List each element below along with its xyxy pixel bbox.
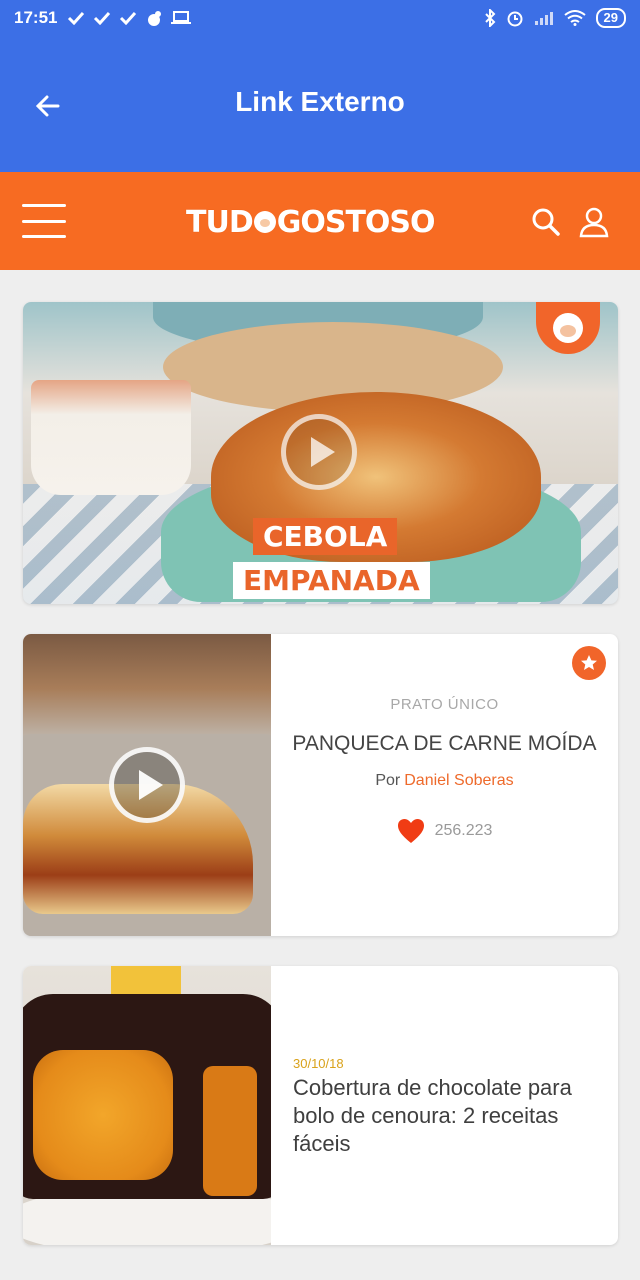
check-icon <box>68 11 85 25</box>
play-icon[interactable] <box>281 414 357 490</box>
alarm-icon <box>507 11 523 27</box>
notification-icons <box>67 10 192 26</box>
hamburger-line <box>22 235 66 238</box>
search-icon <box>532 208 560 236</box>
cake-slice-graphic <box>33 1050 173 1180</box>
battery-indicator: 29 <box>595 8 626 28</box>
check-icon <box>94 11 111 25</box>
chef-icon <box>148 11 162 26</box>
author-link[interactable]: Daniel Soberas <box>404 772 513 789</box>
recipe-card-body: PRATO ÚNICO PANQUECA DE CARNE MOÍDA Por D… <box>271 634 618 936</box>
play-icon[interactable] <box>109 747 185 823</box>
star-badge-icon <box>572 646 606 680</box>
check-icon <box>120 11 137 25</box>
star-icon <box>581 655 597 670</box>
recipe-title[interactable]: PANQUECA DE CARNE MOÍDA <box>271 732 618 756</box>
hamburger-line <box>22 204 66 207</box>
article-title[interactable]: Cobertura de chocolate para bolo de ceno… <box>293 1074 598 1158</box>
article-thumbnail[interactable] <box>23 966 271 1245</box>
hero-label-line1: CEBOLA <box>253 518 398 555</box>
logo-text-left: TUD <box>186 204 254 240</box>
recipe-category: PRATO ÚNICO <box>390 696 499 713</box>
search-button[interactable] <box>530 206 562 238</box>
recipe-thumbnail[interactable] <box>23 634 271 936</box>
site-logo[interactable]: TUD GOSTOSO <box>186 202 436 242</box>
article-card[interactable]: 30/10/18 Cobertura de chocolate para bol… <box>23 966 618 1245</box>
menu-button[interactable] <box>22 204 66 238</box>
byline-prefix: Por <box>375 772 401 789</box>
likes-count: 256.223 <box>434 822 493 839</box>
laptop-icon <box>171 11 192 24</box>
article-card-body: 30/10/18 Cobertura de chocolate para bol… <box>271 966 618 1245</box>
profile-button[interactable] <box>578 206 610 238</box>
likes-counter: 256.223 <box>271 818 618 844</box>
signal-icon <box>534 12 553 25</box>
recipe-byline: Por Daniel Soberas <box>271 772 618 790</box>
hero-label-line2: EMPANADA <box>233 562 430 599</box>
chef-logo-icon <box>253 211 276 233</box>
featured-video-card[interactable]: CEBOLA EMPANADA <box>23 302 618 604</box>
logo-text-right: GOSTOSO <box>276 204 436 240</box>
hero-image: CEBOLA EMPANADA <box>23 302 618 604</box>
wifi-icon <box>563 10 586 26</box>
user-icon <box>579 207 609 238</box>
article-date: 30/10/18 <box>293 1056 344 1071</box>
hamburger-line <box>22 219 66 223</box>
bluetooth-icon <box>484 9 495 27</box>
status-time: 17:51 <box>14 8 58 27</box>
status-bar: 17:51 29 <box>0 0 640 36</box>
page-title: Link Externo <box>235 86 405 117</box>
cake-slice-graphic <box>203 1066 257 1196</box>
sauce-bowl-graphic <box>31 380 191 495</box>
heart-icon[interactable] <box>397 818 425 844</box>
app-bar: 17:51 29 Link Externo <box>0 0 640 172</box>
site-header: TUD GOSTOSO <box>0 172 640 270</box>
recipe-card[interactable]: PRATO ÚNICO PANQUECA DE CARNE MOÍDA Por D… <box>23 634 618 936</box>
